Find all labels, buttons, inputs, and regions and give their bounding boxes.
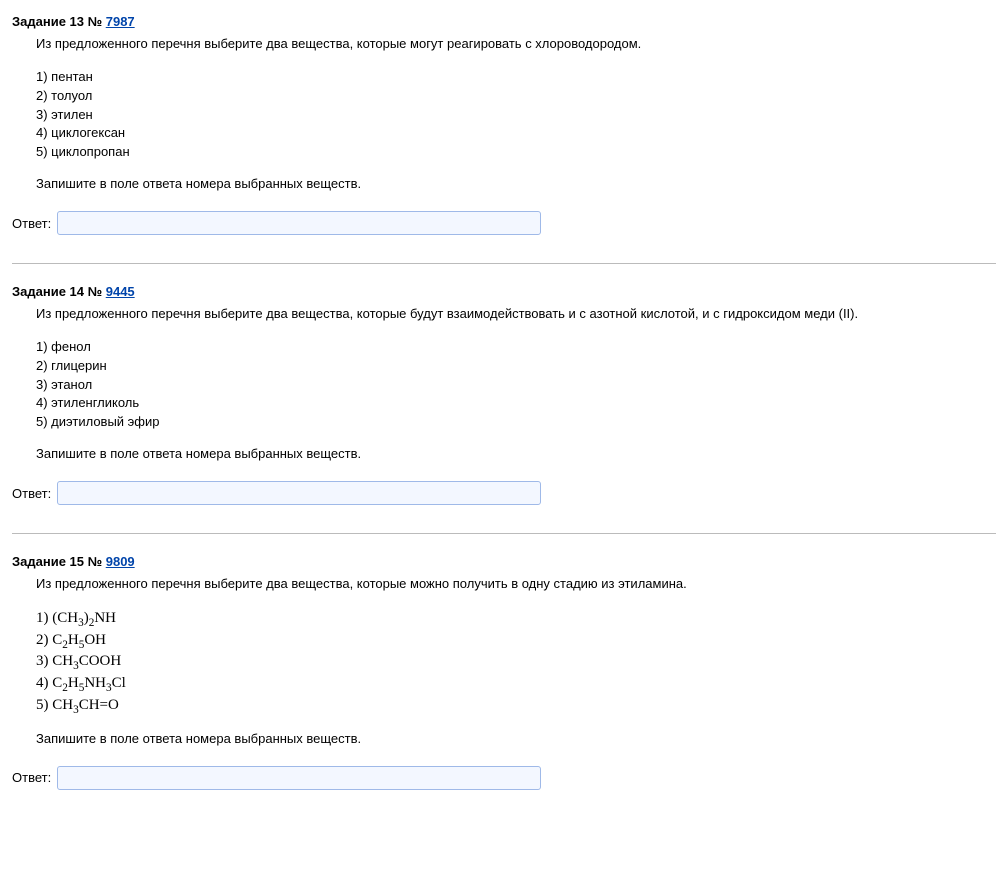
answer-input[interactable] — [57, 481, 541, 505]
option-item: 3) этилен — [36, 106, 996, 125]
answer-row: Ответ: — [12, 481, 996, 505]
separator — [12, 533, 996, 534]
task-label: Задание 13 № — [12, 14, 102, 29]
answer-row: Ответ: — [12, 766, 996, 790]
answer-label: Ответ: — [12, 216, 51, 231]
task-prompt: Из предложенного перечня выберите два ве… — [36, 305, 996, 324]
task-instruction: Запишите в поле ответа номера выбранных … — [36, 731, 996, 746]
task-header: Задание 13 № 7987 — [12, 14, 996, 29]
answer-input[interactable] — [57, 766, 541, 790]
answer-input[interactable] — [57, 211, 541, 235]
answer-row: Ответ: — [12, 211, 996, 235]
answer-label: Ответ: — [12, 486, 51, 501]
option-item: 2) C2H5OH — [36, 630, 996, 652]
answer-label: Ответ: — [12, 770, 51, 785]
task-id-link[interactable]: 9445 — [106, 284, 135, 299]
task-prompt: Из предложенного перечня выберите два ве… — [36, 35, 996, 54]
options-list: 1) фенол 2) глицерин 3) этанол 4) этилен… — [36, 338, 996, 432]
option-item: 4) этиленгликоль — [36, 394, 996, 413]
option-item: 4) циклогексан — [36, 124, 996, 143]
task-instruction: Запишите в поле ответа номера выбранных … — [36, 176, 996, 191]
task-block: Задание 14 № 9445 Из предложенного переч… — [12, 278, 996, 523]
option-item: 5) CH3CH=O — [36, 695, 996, 717]
task-header: Задание 14 № 9445 — [12, 284, 996, 299]
task-header: Задание 15 № 9809 — [12, 554, 996, 569]
option-item: 1) пентан — [36, 68, 996, 87]
task-body: Из предложенного перечня выберите два ве… — [36, 575, 996, 746]
option-item: 5) диэтиловый эфир — [36, 413, 996, 432]
task-block: Задание 15 № 9809 Из предложенного переч… — [12, 548, 996, 808]
task-prompt: Из предложенного перечня выберите два ве… — [36, 575, 996, 594]
option-item: 4) C2H5NH3Cl — [36, 673, 996, 695]
option-item: 5) циклопропан — [36, 143, 996, 162]
options-list: 1) пентан 2) толуол 3) этилен 4) циклоге… — [36, 68, 996, 162]
task-body: Из предложенного перечня выберите два ве… — [36, 35, 996, 191]
option-item: 1) фенол — [36, 338, 996, 357]
option-item: 2) толуол — [36, 87, 996, 106]
option-item: 3) этанол — [36, 376, 996, 395]
options-list: 1) (CH3)2NH 2) C2H5OH 3) CH3COOH 4) C2H5… — [36, 608, 996, 717]
task-instruction: Запишите в поле ответа номера выбранных … — [36, 446, 996, 461]
option-item: 2) глицерин — [36, 357, 996, 376]
separator — [12, 263, 996, 264]
task-label: Задание 15 № — [12, 554, 102, 569]
option-item: 1) (CH3)2NH — [36, 608, 996, 630]
task-block: Задание 13 № 7987 Из предложенного переч… — [12, 8, 996, 253]
task-id-link[interactable]: 7987 — [106, 14, 135, 29]
option-item: 3) CH3COOH — [36, 651, 996, 673]
task-label: Задание 14 № — [12, 284, 102, 299]
task-body: Из предложенного перечня выберите два ве… — [36, 305, 996, 461]
task-id-link[interactable]: 9809 — [106, 554, 135, 569]
